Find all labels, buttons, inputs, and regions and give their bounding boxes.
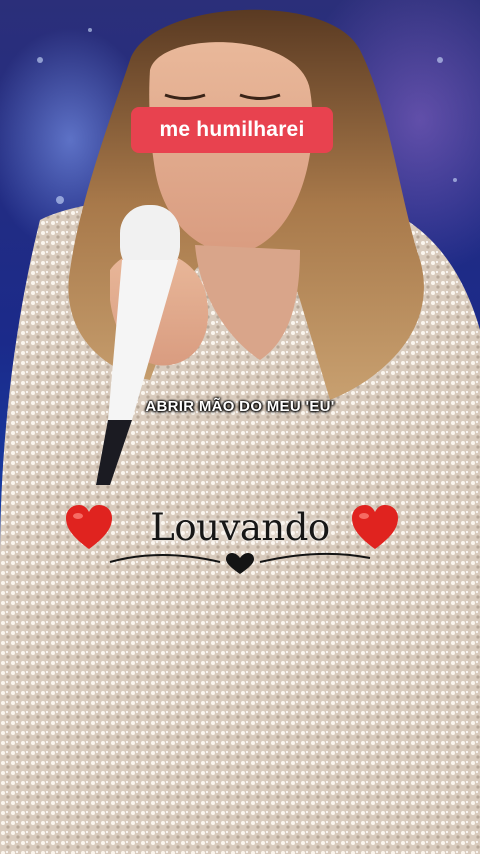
heart-emoji-icon — [352, 505, 398, 549]
lyric-caption: ABRIR MÃO DO MEU 'EU' — [145, 398, 335, 415]
heart-emoji-icon — [66, 505, 112, 549]
louvando-watermark: Louvando — [60, 500, 420, 580]
louvando-text: Louvando — [150, 506, 330, 549]
swash-heart-ornament-icon — [109, 552, 371, 574]
lyric-overlay-label: me humilharei — [131, 107, 333, 153]
